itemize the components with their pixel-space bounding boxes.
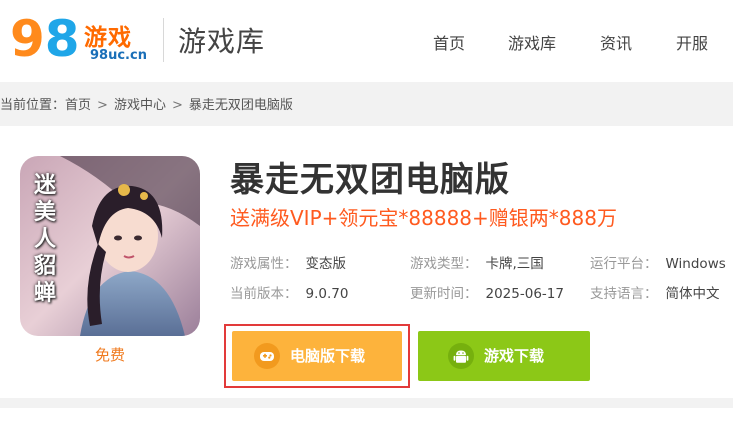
- meta-label: 游戏属性：: [230, 256, 298, 272]
- game-title: 暴走无双团电脑版: [230, 160, 510, 200]
- breadcrumb-separator: >: [97, 98, 108, 113]
- nav-home[interactable]: 首页: [433, 30, 465, 54]
- breadcrumb-game-center[interactable]: 游戏中心: [114, 98, 166, 113]
- meta-value: 简体中文: [665, 286, 720, 302]
- meta-value: 变态版: [305, 256, 347, 272]
- game-download-button[interactable]: 游戏下载: [418, 331, 590, 381]
- android-icon: [448, 343, 474, 369]
- breadcrumb-prefix: 当前位置：: [0, 98, 66, 113]
- promo-text: 送满级VIP+领元宝*88888+赠银两*888万: [230, 206, 617, 230]
- breadcrumb-current[interactable]: 暴走无双团电脑版: [189, 98, 293, 113]
- cover-title-text: 迷美人貂蝉: [34, 173, 57, 306]
- meta-version: 当前版本： 9.0.70: [230, 282, 348, 302]
- meta-label: 更新时间：: [410, 286, 478, 302]
- main-nav: 首页 游戏库 资讯 开服: [0, 30, 733, 54]
- pc-download-button[interactable]: 电脑版下载: [232, 331, 402, 381]
- price-label: 免费: [94, 346, 125, 364]
- game-detail-card: 迷美人貂蝉 免费 暴走无双团电脑版 送满级VIP+领元宝*88888+赠银两*8…: [0, 126, 733, 398]
- meta-label: 游戏类型：: [410, 256, 478, 272]
- next-section: [0, 408, 733, 441]
- breadcrumb-home[interactable]: 首页: [65, 98, 91, 113]
- game-cover-image[interactable]: 迷美人貂蝉: [20, 156, 200, 336]
- meta-value: 9.0.70: [305, 286, 349, 302]
- meta-label: 运行平台：: [590, 256, 658, 272]
- meta-value: 卡牌,三国: [485, 256, 544, 272]
- nav-news[interactable]: 资讯: [600, 30, 632, 54]
- nav-game-library[interactable]: 游戏库: [508, 30, 556, 54]
- meta-updated: 更新时间： 2025-06-17: [410, 282, 564, 302]
- meta-value: 2025-06-17: [485, 286, 564, 302]
- site-header: 98 游戏 98uc.cn 游戏库 首页 游戏库 资讯 开服: [0, 0, 733, 82]
- game-download-label: 游戏下载: [484, 347, 545, 365]
- breadcrumb: 当前位置：首页 > 游戏中心 > 暴走无双团电脑版: [0, 94, 293, 113]
- breadcrumb-separator: >: [171, 98, 183, 113]
- meta-platform: 运行平台： Windows: [590, 252, 726, 272]
- meta-attribute: 游戏属性： 变态版: [230, 252, 346, 272]
- meta-value: Windows: [665, 256, 726, 272]
- meta-label: 支持语言：: [590, 286, 658, 302]
- meta-language: 支持语言： 简体中文: [590, 282, 720, 302]
- nav-servers[interactable]: 开服: [676, 30, 708, 54]
- meta-type: 游戏类型： 卡牌,三国: [410, 252, 544, 272]
- gamepad-icon: [254, 343, 280, 369]
- meta-label: 当前版本：: [230, 286, 298, 302]
- pc-download-label: 电脑版下载: [290, 347, 366, 365]
